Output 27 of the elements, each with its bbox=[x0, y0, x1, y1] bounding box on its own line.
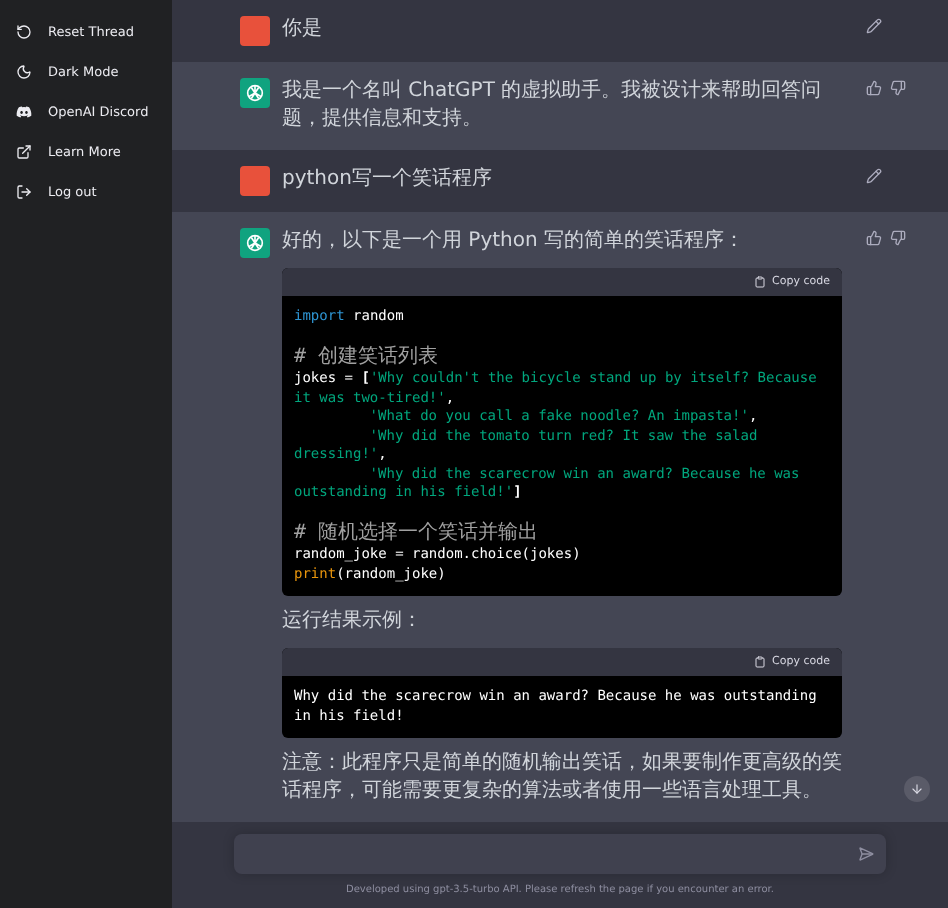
moon-icon bbox=[16, 64, 32, 80]
message-text: 运行结果示例： bbox=[282, 608, 424, 636]
thumbs-up-icon[interactable] bbox=[866, 80, 882, 96]
clipboard-icon bbox=[754, 276, 767, 288]
user-avatar bbox=[240, 166, 270, 196]
send-icon bbox=[858, 846, 874, 862]
message-text: 注意：此程序只是简单的随机输出笑话，如果要制作更高级的笑话程序，可能需要更复杂的算法或者使用一些语言处理工具。 bbox=[282, 750, 842, 806]
edit-icon[interactable] bbox=[866, 168, 882, 184]
edit-icon[interactable] bbox=[866, 18, 882, 34]
logout-icon bbox=[16, 184, 32, 200]
thumbs-up-icon[interactable] bbox=[866, 230, 882, 246]
code-line: # 创建笑话列表 bbox=[294, 346, 441, 370]
send-button[interactable] bbox=[858, 846, 874, 862]
clipboard-icon bbox=[754, 656, 767, 668]
user-avatar bbox=[240, 16, 270, 46]
message-text: 你是 bbox=[282, 16, 324, 44]
message-text: python写一个笑话程序 bbox=[282, 166, 494, 194]
message-input[interactable] bbox=[234, 834, 886, 874]
reset-icon bbox=[16, 24, 32, 40]
thumbs-down-icon[interactable] bbox=[890, 80, 906, 96]
message-text: 好的，以下是一个用 Python 写的简单的笑话程序： bbox=[282, 228, 747, 256]
arrow-down-icon bbox=[910, 782, 924, 796]
external-link-icon bbox=[16, 144, 32, 160]
code-line: # 随机选择一个笑话并输出 bbox=[294, 522, 541, 546]
controller-icon bbox=[16, 104, 32, 120]
message-text: 我是一个名叫 ChatGPT 的虚拟助手。我被设计来帮助回答问题，提供信息和支持。 bbox=[282, 78, 824, 134]
thumbs-down-icon[interactable] bbox=[890, 230, 906, 246]
